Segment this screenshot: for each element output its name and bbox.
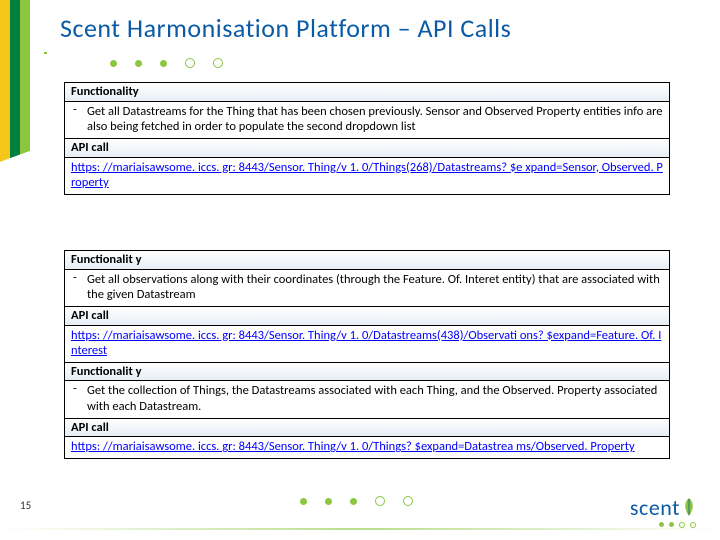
api-card-1: Functionality Get all Datastreams for th… [64,82,670,195]
api-card-2: Functionalit y Get all observations alon… [64,250,670,459]
page-title: Scent Harmonisation Platform – API Calls [60,12,511,44]
dot-icon [110,60,117,67]
functionality-header: Functionalit y [65,251,669,270]
circle-icon [185,58,195,68]
dot-icon [135,60,142,67]
dot-icon [350,498,357,505]
api-call-url: https: //mariaisawsome. iccs. gr: 8443/S… [65,158,669,194]
decor-dots-top [110,58,223,68]
title-underline [44,52,720,54]
functionality-header: Functionality [65,83,669,102]
footer-line [0,528,720,530]
api-link[interactable]: https: //mariaisawsome. iccs. gr: 8443/S… [71,439,635,454]
decor-dots-bottom [300,496,413,506]
api-call-url: https: //mariaisawsome. iccs. gr: 8443/S… [65,437,669,458]
slide: Scent Harmonisation Platform – API Calls… [0,0,720,540]
api-call-header: API call [65,307,669,326]
logo-text: scent [630,494,680,521]
left-accent-decor [0,0,40,173]
scent-logo: scent [630,497,696,528]
circle-icon [403,496,413,506]
dot-icon [325,498,332,505]
functionality-text: Get all Datastreams for the Thing that h… [65,102,669,139]
api-call-url: https: //mariaisawsome. iccs. gr: 8443/S… [65,326,669,363]
page-number: 15 [20,499,31,512]
functionality-text: Get all observations along with their co… [65,270,669,307]
api-call-header: API call [65,419,669,438]
api-link[interactable]: https: //mariaisawsome. iccs. gr: 8443/S… [71,160,663,191]
logo-dots [630,522,696,528]
api-link[interactable]: https: //mariaisawsome. iccs. gr: 8443/S… [71,328,661,359]
functionality-text: Get the collection of Things, the Datast… [65,381,669,418]
circle-icon [213,58,223,68]
dot-icon [300,498,307,505]
api-call-header: API call [65,139,669,158]
functionality-header: Functionalit y [65,363,669,382]
circle-icon [375,496,385,506]
dot-icon [160,60,167,67]
leaf-icon [682,497,696,517]
